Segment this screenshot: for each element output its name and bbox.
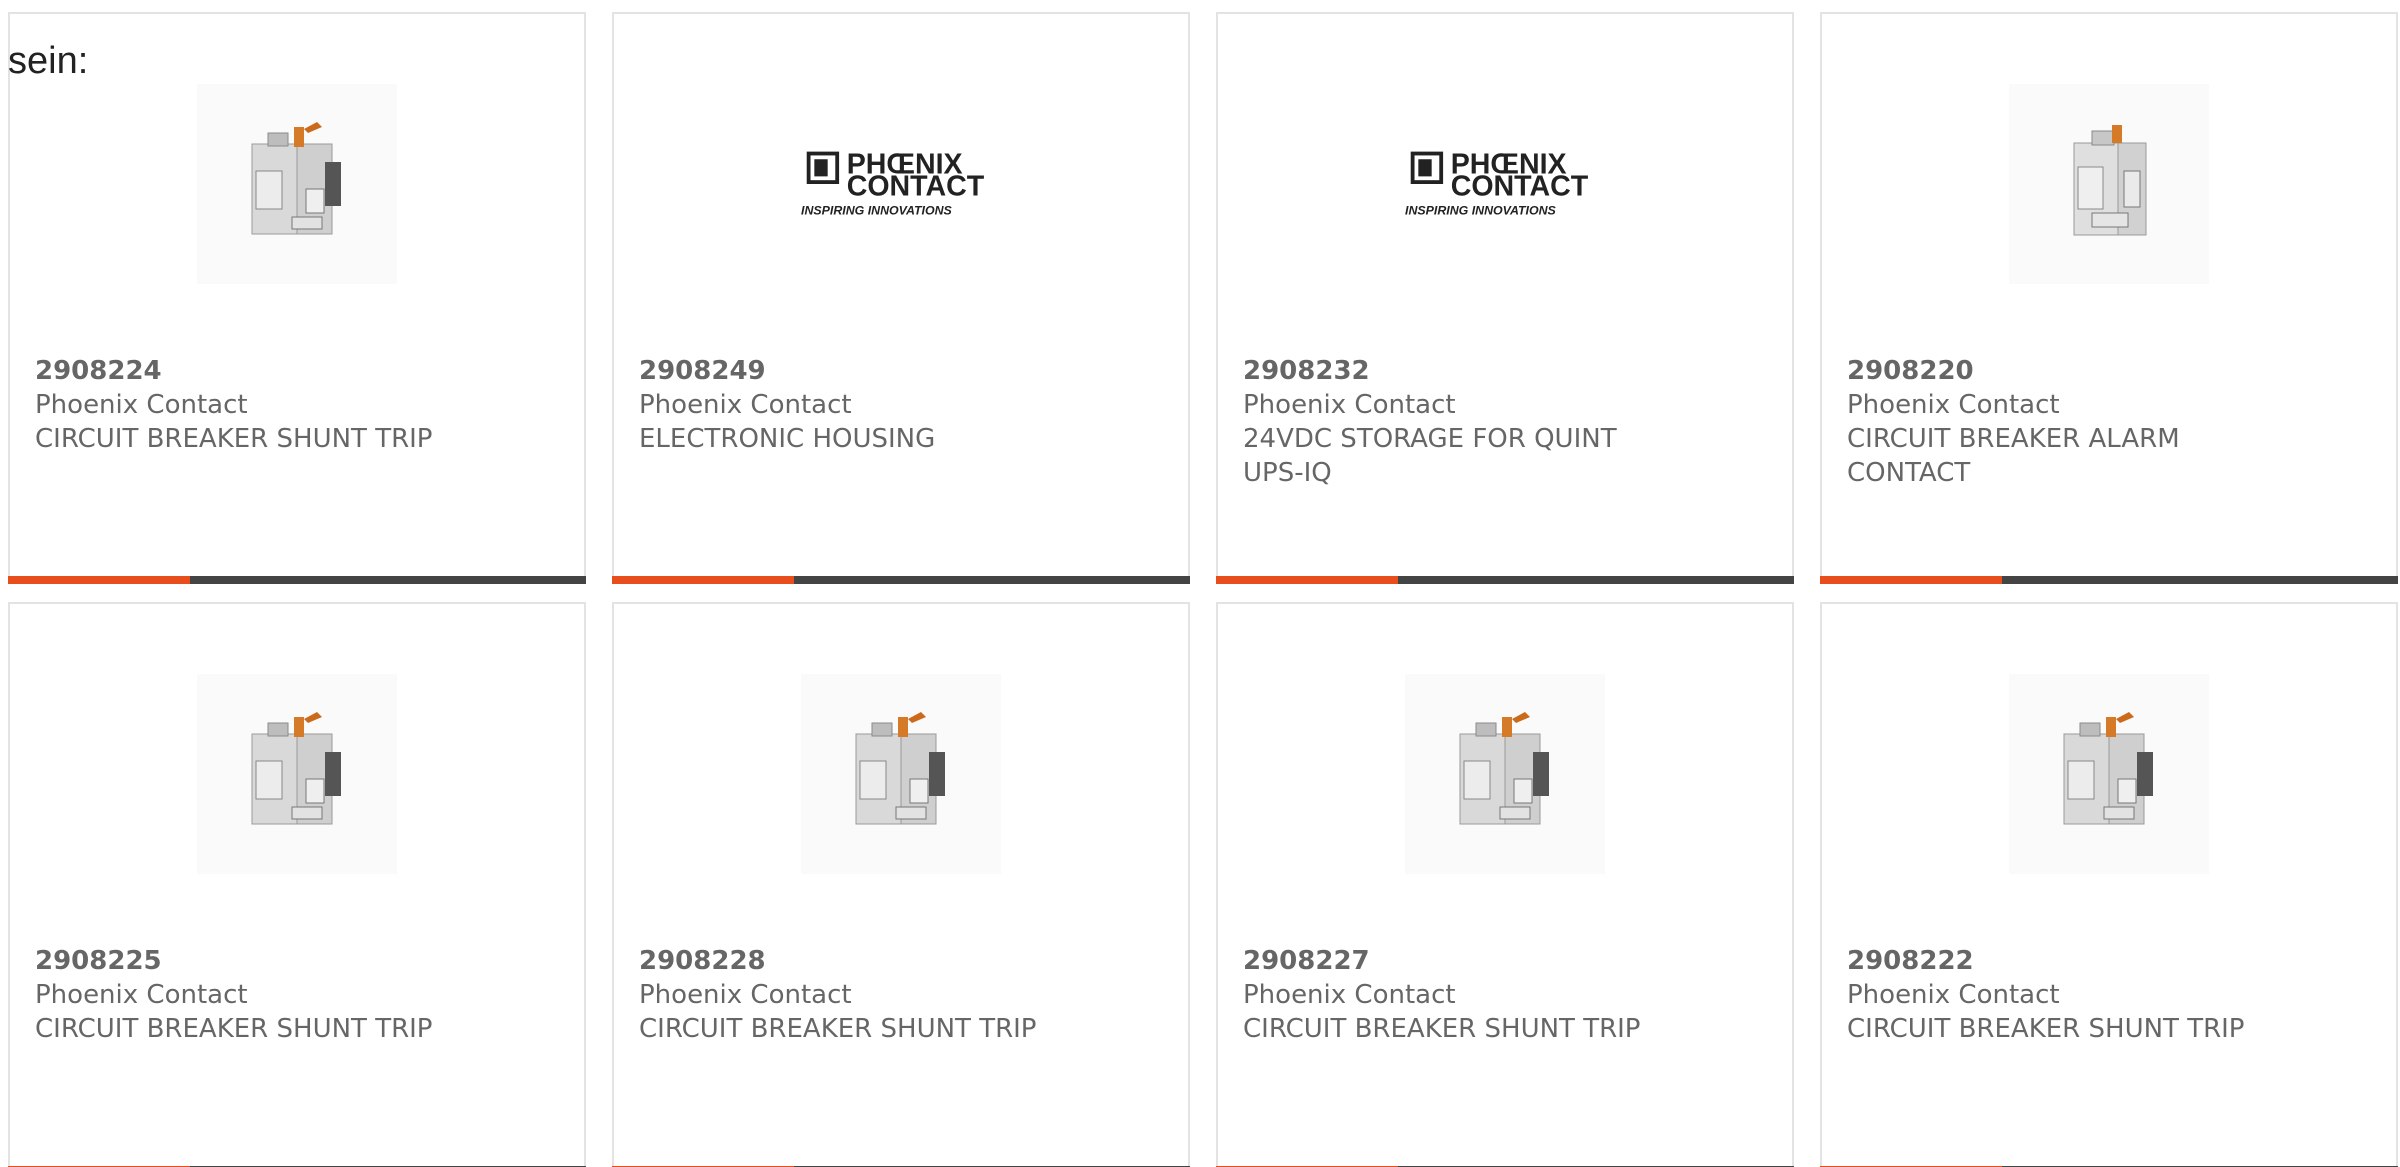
card-footer-bar [1216,576,1794,584]
product-card[interactable]: 2908227 Phoenix Contact CIRCUIT BREAKER … [1216,602,1794,1167]
circuit-breaker-image [251,122,341,235]
product-card[interactable]: 2908225 Phoenix Contact CIRCUIT BREAKER … [8,602,586,1167]
product-results-page: sein: 2908224 Phoenix Contact CIRCUIT BR… [0,0,2400,1167]
product-image[interactable] [801,674,1001,874]
product-card[interactable]: PHŒNIX CONTACT INSPIRING INNOVATIONS 290… [1216,12,1794,584]
product-image[interactable] [197,84,397,284]
part-number[interactable]: 2908220 [1847,354,2371,388]
product-image[interactable] [1405,674,1605,874]
card-footer-bar [8,576,586,584]
circuit-breaker-image [2063,712,2153,825]
part-number[interactable]: 2908225 [35,944,559,978]
product-image-wrap [614,674,1188,874]
card-footer-bar [1820,576,2398,584]
logo-tagline: INSPIRING INNOVATIONS [801,203,953,217]
card-footer-accent [612,576,794,584]
part-number[interactable]: 2908222 [1847,944,2371,978]
circuit-breaker-image [1459,712,1549,825]
product-description: CIRCUIT BREAKER SHUNT TRIP [639,1014,1037,1044]
manufacturer-name: Phoenix Contact [1847,390,2060,420]
product-image-wrap [1822,84,2396,284]
manufacturer-name: Phoenix Contact [35,980,248,1010]
manufacturer-name: Phoenix Contact [1243,980,1456,1010]
card-footer-accent [1216,576,1398,584]
product-meta: 2908224 Phoenix Contact CIRCUIT BREAKER … [35,354,559,456]
manufacturer-name: Phoenix Contact [1243,390,1456,420]
card-footer-accent [8,576,190,584]
part-number[interactable]: 2908228 [639,944,1163,978]
part-number[interactable]: 2908224 [35,354,559,388]
product-description: 24VDC STORAGE FOR QUINT UPS-IQ [1243,424,1617,488]
product-image-wrap [10,84,584,284]
product-description: CIRCUIT BREAKER SHUNT TRIP [35,1014,433,1044]
part-number[interactable]: 2908249 [639,354,1163,388]
product-description: CIRCUIT BREAKER ALARM CONTACT [1847,424,2180,488]
circuit-breaker-image [855,712,945,825]
product-meta: 2908228 Phoenix Contact CIRCUIT BREAKER … [639,944,1163,1046]
product-image-wrap [1218,674,1792,874]
product-meta: 2908220 Phoenix Contact CIRCUIT BREAKER … [1847,354,2371,490]
product-image-wrap [10,674,584,874]
product-description: CIRCUIT BREAKER SHUNT TRIP [1243,1014,1641,1044]
card-footer-accent [1820,576,2002,584]
product-image[interactable] [2009,84,2209,284]
product-meta: 2908222 Phoenix Contact CIRCUIT BREAKER … [1847,944,2371,1046]
product-card[interactable]: PHŒNIX CONTACT INSPIRING INNOVATIONS 290… [612,12,1190,584]
product-meta: 2908249 Phoenix Contact ELECTRONIC HOUSI… [639,354,1163,456]
logo-line-2: CONTACT [847,170,985,202]
manufacturer-name: Phoenix Contact [35,390,248,420]
product-image[interactable] [2009,674,2209,874]
circuit-breaker-image [251,712,341,825]
product-card[interactable]: 2908224 Phoenix Contact CIRCUIT BREAKER … [8,12,586,584]
circuit-breaker-alarm-image [2073,125,2147,236]
product-description: CIRCUIT BREAKER SHUNT TRIP [1847,1014,2245,1044]
manufacturer-name: Phoenix Contact [1847,980,2060,1010]
intro-text: sein: [8,40,89,82]
logo-tagline: INSPIRING INNOVATIONS [1405,203,1557,217]
product-meta: 2908232 Phoenix Contact 24VDC STORAGE FO… [1243,354,1767,490]
product-image-wrap [1822,674,2396,874]
product-image[interactable] [197,674,397,874]
logo-line-2: CONTACT [1451,170,1589,202]
product-description: ELECTRONIC HOUSING [639,424,936,454]
product-image-wrap: PHŒNIX CONTACT INSPIRING INNOVATIONS [1218,84,1792,284]
card-footer-bar [612,576,1190,584]
phoenix-contact-logo: PHŒNIX CONTACT INSPIRING INNOVATIONS [1405,149,1589,218]
manufacturer-name: Phoenix Contact [639,980,852,1010]
product-image-wrap: PHŒNIX CONTACT INSPIRING INNOVATIONS [614,84,1188,284]
product-image[interactable]: PHŒNIX CONTACT INSPIRING INNOVATIONS [801,84,1001,284]
product-description: CIRCUIT BREAKER SHUNT TRIP [35,424,433,454]
product-card[interactable]: 2908228 Phoenix Contact CIRCUIT BREAKER … [612,602,1190,1167]
part-number[interactable]: 2908227 [1243,944,1767,978]
product-meta: 2908227 Phoenix Contact CIRCUIT BREAKER … [1243,944,1767,1046]
part-number[interactable]: 2908232 [1243,354,1767,388]
product-card[interactable]: 2908220 Phoenix Contact CIRCUIT BREAKER … [1820,12,2398,584]
manufacturer-name: Phoenix Contact [639,390,852,420]
product-image[interactable]: PHŒNIX CONTACT INSPIRING INNOVATIONS [1405,84,1605,284]
product-card[interactable]: 2908222 Phoenix Contact CIRCUIT BREAKER … [1820,602,2398,1167]
product-meta: 2908225 Phoenix Contact CIRCUIT BREAKER … [35,944,559,1046]
phoenix-contact-logo: PHŒNIX CONTACT INSPIRING INNOVATIONS [801,149,985,218]
